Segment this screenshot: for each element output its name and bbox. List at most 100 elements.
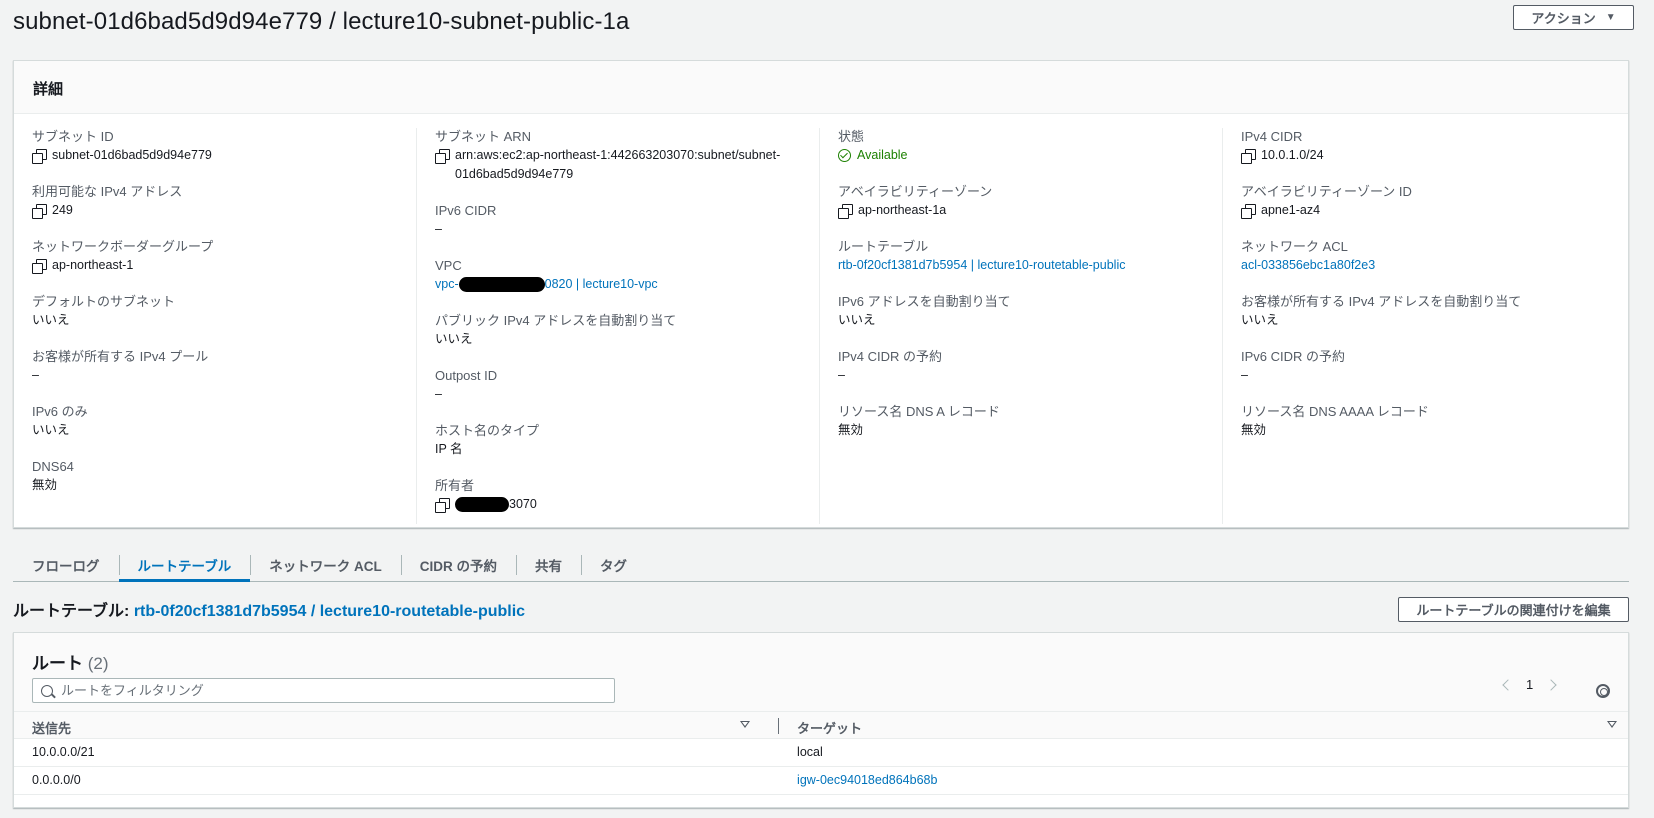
actions-button[interactable]: アクション ▼: [1513, 5, 1634, 30]
field-dns-aaaa-record: リソース名 DNS AAAA レコード 無効: [1241, 403, 1608, 440]
caret-down-icon: ▼: [1605, 12, 1616, 23]
route-table-label: ルートテーブル: [838, 239, 929, 254]
dns64-value: 無効: [32, 478, 58, 492]
sort-icon[interactable]: [740, 721, 750, 728]
field-availability-zone: アベイラビリティーゾーン ap-northeast-1a: [838, 183, 1204, 220]
route-table-heading-link[interactable]: rtb-0f20cf1381d7b5954 / lecture10-routet…: [134, 603, 525, 620]
auto-assign-ipv4-value: いいえ: [435, 332, 473, 346]
pagination: 1: [1502, 677, 1557, 692]
field-ipv6-cidr-reservation: IPv6 CIDR の予約 –: [1241, 348, 1608, 385]
customer-owned-ipv4-label: お客様が所有する IPv4 アドレスを自動割り当て: [1241, 294, 1522, 309]
availability-zone-label: アベイラビリティーゾーン: [838, 184, 993, 199]
copy-icon[interactable]: [32, 204, 47, 219]
actions-button-label: アクション: [1531, 11, 1596, 26]
ipv6-cidr-reservation-value: –: [1241, 368, 1248, 382]
owner-label: 所有者: [435, 478, 475, 493]
sort-icon[interactable]: [1607, 721, 1618, 728]
vpc-link[interactable]: vpc- 0820 | lecture10-vpc: [435, 275, 658, 294]
previous-page-icon[interactable]: [1502, 678, 1514, 691]
tab-route-table[interactable]: ルートテーブル: [118, 548, 251, 582]
redacted-block: [455, 497, 509, 513]
route-target-link[interactable]: igw-0ec94018ed864b68b: [779, 767, 1628, 794]
vpc-prefix: vpc-: [435, 277, 459, 291]
field-auto-assign-ipv6: IPv6 アドレスを自動割り当て いいえ: [838, 293, 1204, 330]
default-subnet-label: デフォルトのサブネット: [32, 294, 176, 309]
tab-flow-logs[interactable]: フローログ: [13, 548, 119, 581]
field-route-table: ルートテーブル rtb-0f20cf1381d7b5954 | lecture1…: [838, 238, 1204, 275]
next-page-icon[interactable]: [1545, 678, 1557, 691]
copy-icon[interactable]: [32, 259, 47, 274]
route-destination: 0.0.0.0/0: [32, 773, 81, 787]
availability-zone-id-value: apne1-az4: [1261, 203, 1321, 217]
table-row: 0.0.0.0/0 igw-0ec94018ed864b68b: [14, 767, 1628, 795]
ipv4-cidr-reservation-label: IPv4 CIDR の予約: [838, 349, 943, 364]
ipv6-cidr-label: IPv6 CIDR: [435, 203, 497, 218]
owner-value: 3070: [455, 495, 537, 514]
subnet-arn-line1: arn:aws:ec2:ap-northeast-1:442663203070:…: [455, 148, 781, 162]
details-column-2: サブネット ARN arn:aws:ec2:ap-northeast-1:442…: [417, 128, 820, 524]
tab-network-acl[interactable]: ネットワーク ACL: [250, 548, 401, 581]
copy-icon[interactable]: [1241, 149, 1256, 164]
gear-icon[interactable]: [1596, 684, 1610, 698]
dns-aaaa-record-value: 無効: [1241, 423, 1267, 437]
routes-title-text: ルート: [32, 654, 83, 673]
ipv6-cidr-reservation-label: IPv6 CIDR の予約: [1241, 349, 1346, 364]
field-available-ipv4: 利用可能な IPv4 アドレス 249: [32, 183, 398, 220]
copy-icon[interactable]: [435, 498, 450, 513]
customer-ipv4-pool-label: お客様が所有する IPv4 プール: [32, 349, 209, 364]
dns64-label: DNS64: [32, 459, 74, 474]
tab-sharing[interactable]: 共有: [515, 548, 581, 581]
field-auto-assign-ipv4: パブリック IPv4 アドレスを自動割り当て いいえ: [435, 312, 801, 349]
vpc-label: VPC: [435, 258, 462, 273]
field-hostname-type: ホスト名のタイプ IP 名: [435, 422, 801, 459]
routes-filter[interactable]: [32, 678, 615, 703]
ipv4-cidr-value: 10.0.1.0/24: [1261, 148, 1324, 162]
subnet-arn-line2: 01d6bad5d9d94e779: [455, 167, 574, 181]
column-header-destination-label: 送信先: [32, 721, 72, 736]
copy-icon[interactable]: [32, 149, 47, 164]
vpc-suffix: 0820 | lecture10-vpc: [544, 277, 658, 291]
routes-panel: ルート (2) 1 送信先 ターゲット 10.0.0.0/21 local 0.…: [13, 632, 1629, 808]
edit-route-table-association-button[interactable]: ルートテーブルの関連付けを編集: [1398, 597, 1629, 622]
default-subnet-value: いいえ: [32, 313, 70, 327]
details-column-3: 状態 Available アベイラビリティーゾーン ap-northeast-1…: [820, 128, 1223, 524]
routes-title: ルート (2): [32, 649, 109, 674]
field-customer-owned-ipv4: お客様が所有する IPv4 アドレスを自動割り当て いいえ: [1241, 293, 1608, 330]
copy-icon[interactable]: [838, 204, 853, 219]
network-acl-link[interactable]: acl-033856ebc1a80f2e3: [1241, 256, 1375, 275]
field-subnet-id: サブネット ID subnet-01d6bad5d9d94e779: [32, 128, 398, 165]
field-owner: 所有者 3070: [435, 477, 801, 514]
column-header-target[interactable]: ターゲット: [779, 712, 1628, 738]
page-title: subnet-01d6bad5d9d94e779 / lecture10-sub…: [13, 8, 630, 35]
details-grid: サブネット ID subnet-01d6bad5d9d94e779 利用可能な …: [14, 114, 1628, 528]
current-page-number[interactable]: 1: [1526, 677, 1533, 692]
tab-cidr-reservations[interactable]: CIDR の予約: [400, 548, 516, 581]
network-border-group-label: ネットワークボーダーグループ: [32, 239, 214, 254]
tab-tags[interactable]: タグ: [580, 548, 646, 581]
tab-bar: フローログ ルートテーブル ネットワーク ACL CIDR の予約 共有 タグ: [13, 548, 1629, 582]
table-row: 10.0.0.0/21 local: [14, 739, 1628, 767]
route-table-heading: ルートテーブル: rtb-0f20cf1381d7b5954 / lecture…: [13, 597, 525, 621]
route-table-link[interactable]: rtb-0f20cf1381d7b5954 | lecture10-routet…: [838, 256, 1125, 275]
copy-icon[interactable]: [435, 149, 450, 164]
subnet-id-label: サブネット ID: [32, 129, 114, 144]
field-network-acl: ネットワーク ACL acl-033856ebc1a80f2e3: [1241, 238, 1608, 275]
field-subnet-arn: サブネット ARN arn:aws:ec2:ap-northeast-1:442…: [435, 128, 801, 184]
copy-icon[interactable]: [1241, 204, 1256, 219]
field-default-subnet: デフォルトのサブネット いいえ: [32, 293, 398, 330]
state-label: 状態: [838, 129, 865, 144]
route-table-heading-prefix: ルートテーブル:: [13, 603, 134, 620]
routes-header: ルート (2) 1: [14, 633, 1628, 711]
field-availability-zone-id: アベイラビリティーゾーン ID apne1-az4: [1241, 183, 1608, 220]
column-header-destination[interactable]: 送信先: [14, 712, 780, 738]
status-success-icon: [838, 149, 851, 162]
field-dns64: DNS64 無効: [32, 458, 398, 495]
network-border-group-value: ap-northeast-1: [52, 258, 134, 272]
field-ipv6-cidr: IPv6 CIDR –: [435, 202, 801, 239]
outpost-id-value: –: [435, 387, 442, 401]
customer-owned-ipv4-value: いいえ: [1241, 313, 1279, 327]
details-column-4: IPv4 CIDR 10.0.1.0/24 アベイラビリティーゾーン ID ap…: [1223, 128, 1626, 524]
routes-filter-input[interactable]: [61, 683, 601, 698]
route-destination: 10.0.0.0/21: [32, 745, 95, 759]
hostname-type-value: IP 名: [435, 442, 463, 456]
